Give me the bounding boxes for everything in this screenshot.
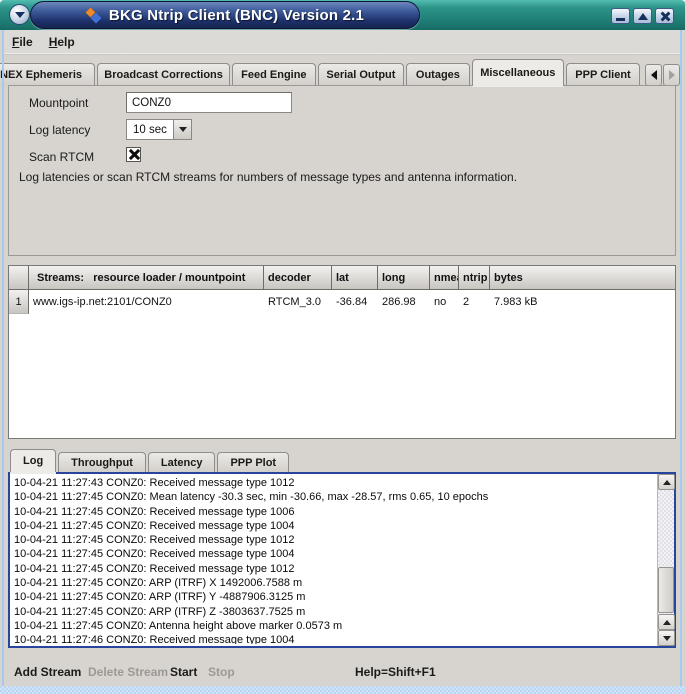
log-latency-select[interactable]: 10 sec	[126, 119, 192, 140]
log-line: 10-04-21 11:27:45 CONZ0: Received messag…	[14, 547, 654, 561]
menubar-separator	[4, 53, 680, 55]
tab-rinex-ephemeris[interactable]: NEX Ephemeris	[0, 63, 95, 86]
log-line: 10-04-21 11:27:45 CONZ0: Received messag…	[14, 533, 654, 547]
lat-cell: -36.84	[332, 290, 378, 314]
tab-ppp-client[interactable]: PPP Client	[566, 63, 640, 86]
header-decoder: decoder	[264, 266, 332, 289]
panel-description: Log latencies or scan RTCM streams for n…	[19, 170, 665, 184]
log-line: 10-04-21 11:27:46 CONZ0: Received messag…	[14, 633, 654, 644]
tab-serial-output[interactable]: Serial Output	[318, 63, 405, 86]
window-title: BKG Ntrip Client (BNC) Version 2.1	[109, 7, 364, 24]
help-hint: Help=Shift+F1	[355, 665, 436, 679]
x-mark-icon	[128, 149, 139, 160]
log-line: 10-04-21 11:27:45 CONZ0: Received messag…	[14, 505, 654, 519]
header-nmea: nmea	[430, 266, 459, 289]
log-scrollbar[interactable]	[657, 474, 674, 646]
header-lat: lat	[332, 266, 378, 289]
delete-stream-button[interactable]: Delete Stream	[84, 663, 172, 681]
chevron-left-icon	[651, 70, 657, 80]
log-lines: 10-04-21 11:27:43 CONZ0: Received messag…	[14, 476, 654, 644]
tab-scroll-buttons	[645, 64, 680, 86]
minimize-button[interactable]	[611, 8, 630, 24]
menu-file[interactable]: File	[4, 33, 41, 51]
mountpoint-input[interactable]	[126, 92, 292, 113]
window-menu-button[interactable]	[9, 4, 30, 25]
scroll-up-button-bottom[interactable]	[658, 614, 675, 630]
header-ntrip: ntrip	[459, 266, 490, 289]
maximize-icon	[638, 13, 648, 20]
log-latency-value: 10 sec	[126, 119, 173, 140]
bnc-window: BKG Ntrip Client (BNC) Version 2.1 File …	[0, 0, 685, 694]
arrow-up-icon	[663, 620, 671, 625]
arrow-up-icon	[663, 480, 671, 485]
streams-table: Streams: resource loader / mountpoint de…	[8, 265, 676, 439]
titlebar: BKG Ntrip Client (BNC) Version 2.1	[0, 0, 685, 30]
tab-throughput[interactable]: Throughput	[58, 452, 146, 472]
log-line: 10-04-21 11:27:43 CONZ0: Received messag…	[14, 476, 654, 490]
title-pill: BKG Ntrip Client (BNC) Version 2.1	[30, 1, 420, 29]
monitor-tabbar: Log Throughput Latency PPP Plot	[10, 449, 291, 472]
chevron-down-icon	[179, 127, 187, 132]
start-button[interactable]: Start	[166, 663, 201, 681]
log-line: 10-04-21 11:27:45 CONZ0: ARP (ITRF) Z -3…	[14, 605, 654, 619]
window-right-edge	[680, 30, 682, 686]
close-button[interactable]	[655, 8, 674, 24]
scan-rtcm-checkbox[interactable]	[126, 147, 141, 162]
nmea-cell: no	[430, 290, 459, 314]
stop-button[interactable]: Stop	[204, 663, 239, 681]
chevron-right-icon	[669, 70, 675, 80]
tab-latency[interactable]: Latency	[148, 452, 216, 472]
stream-table-row[interactable]: 1 www.igs-ip.net:2101/CONZ0 RTCM_3.0 -36…	[9, 290, 675, 314]
window-bottom-edge	[0, 686, 685, 694]
miscellaneous-panel: Mountpoint Log latency 10 sec Scan RTCM …	[8, 85, 676, 256]
tab-feed-engine[interactable]: Feed Engine	[232, 63, 315, 86]
log-line: 10-04-21 11:27:45 CONZ0: Received messag…	[14, 519, 654, 533]
mountpoint-cell: www.igs-ip.net:2101/CONZ0	[29, 290, 264, 314]
arrow-down-icon	[663, 636, 671, 641]
tab-scroll-left-button[interactable]	[645, 64, 662, 86]
action-bar: Add Stream Delete Stream Start Stop Help…	[0, 660, 685, 686]
mountpoint-label: Mountpoint	[29, 96, 88, 110]
menubar: File Help	[4, 30, 680, 53]
tab-outages[interactable]: Outages	[406, 63, 469, 86]
log-view[interactable]: 10-04-21 11:27:43 CONZ0: Received messag…	[8, 472, 676, 648]
window-left-edge	[2, 30, 4, 686]
header-bytes: bytes	[490, 266, 675, 289]
scroll-up-button[interactable]	[658, 474, 675, 490]
log-latency-dropdown-button[interactable]	[173, 119, 192, 140]
scrollbar-thumb[interactable]	[658, 567, 674, 613]
streams-table-header: Streams: resource loader / mountpoint de…	[9, 266, 675, 290]
log-line: 10-04-21 11:27:45 CONZ0: Antenna height …	[14, 619, 654, 633]
log-line: 10-04-21 11:27:45 CONZ0: Received messag…	[14, 562, 654, 576]
menu-help[interactable]: Help	[41, 33, 83, 51]
scan-rtcm-label: Scan RTCM	[29, 150, 94, 164]
log-line: 10-04-21 11:27:45 CONZ0: ARP (ITRF) Y -4…	[14, 590, 654, 604]
decoder-cell: RTCM_3.0	[264, 290, 332, 314]
add-stream-button[interactable]: Add Stream	[10, 663, 85, 681]
tab-broadcast-corrections[interactable]: Broadcast Corrections	[97, 63, 230, 86]
chevron-down-icon	[15, 12, 25, 18]
tab-scroll-right-button[interactable]	[663, 64, 680, 86]
header-mountpoint: Streams: resource loader / mountpoint	[29, 266, 264, 289]
ntrip-cell: 2	[459, 290, 490, 314]
minimize-icon	[616, 18, 625, 21]
row-number-cell: 1	[9, 290, 29, 314]
settings-tabbar: NEX Ephemeris Broadcast Corrections Feed…	[0, 59, 680, 86]
bytes-cell: 7.983 kB	[490, 290, 675, 314]
log-line: 10-04-21 11:27:45 CONZ0: ARP (ITRF) X 14…	[14, 576, 654, 590]
tab-miscellaneous[interactable]: Miscellaneous	[472, 59, 565, 86]
log-line: 10-04-21 11:27:45 CONZ0: Mean latency -3…	[14, 490, 654, 504]
long-cell: 286.98	[378, 290, 430, 314]
tab-ppp-plot[interactable]: PPP Plot	[217, 452, 289, 472]
maximize-button[interactable]	[633, 8, 652, 24]
scroll-down-button[interactable]	[658, 630, 675, 646]
header-long: long	[378, 266, 430, 289]
log-latency-label: Log latency	[29, 123, 90, 137]
tab-log[interactable]: Log	[10, 449, 56, 472]
satellite-icon	[86, 8, 102, 23]
header-row-number	[9, 266, 29, 289]
close-icon	[659, 11, 670, 22]
